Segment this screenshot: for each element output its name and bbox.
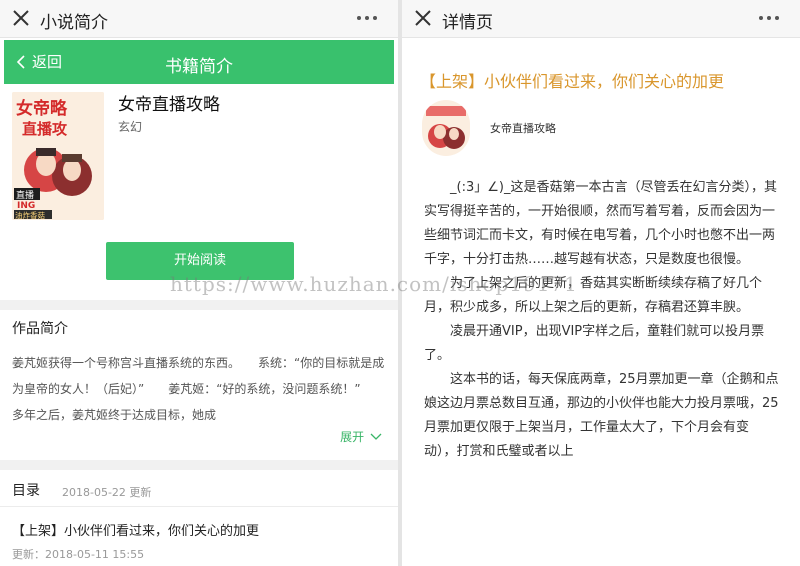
- avatar-image: [422, 100, 470, 156]
- toc-heading: 目录: [12, 483, 40, 499]
- cover-title-line1: 女帝略: [16, 98, 68, 119]
- close-icon[interactable]: [10, 7, 32, 29]
- section-divider: [0, 460, 398, 470]
- book-category: 玄幻: [118, 120, 143, 134]
- cover-title-line2: 直播攻: [22, 120, 68, 138]
- start-reading-button[interactable]: 开始阅读: [106, 242, 294, 280]
- divider-line: [0, 506, 398, 507]
- cover-badge-3: 油炸香菇: [15, 210, 45, 220]
- cover-image: 女帝略 直播攻 直播 ING 油炸香菇: [12, 92, 104, 220]
- toc-update-date: 2018-05-22 更新: [62, 486, 152, 499]
- window-title: 详情页: [442, 13, 493, 33]
- paragraph: 为了上架之后的更新，香菇其实断断续续存稿了好几个月，积少成多，所以上架之后的更新…: [424, 276, 763, 315]
- more-icon[interactable]: [354, 8, 380, 28]
- chapter-content: _(:3」∠)_这是香菇第一本古言（尽管丢在幻言分类），其实写得挺辛苦的，一开始…: [424, 176, 780, 464]
- cover-badge-1: 直播: [16, 189, 34, 201]
- book-avatar: [422, 100, 470, 156]
- section-divider: [0, 300, 398, 310]
- cover-badge-2: ING: [17, 201, 35, 211]
- chapter-detail-screen: 详情页 【上架】小伙伴们看过来，你们关心的加更 女帝直播攻略 _(:3」∠)_这…: [402, 0, 800, 566]
- intro-text: 姜芃姬获得一个号称宫斗直播系统的东西。 系统：“你的目标就是成为皇帝的女人！（后…: [12, 356, 385, 422]
- nav-bar: 返回 书籍简介: [4, 40, 394, 84]
- paragraph: _(:3」∠)_这是香菇第一本古言（尽管丢在幻言分类），其实写得挺辛苦的，一开始…: [424, 180, 777, 267]
- window-title: 小说简介: [40, 13, 108, 33]
- paragraph: 这本书的话，每天保底两章，25月票加更一章（企鹅和点娘这边月票总数目互通，那边的…: [424, 372, 779, 459]
- book-name: 女帝直播攻略: [490, 122, 556, 135]
- expand-label: 展开: [340, 430, 365, 444]
- chapter-title: 【上架】小伙伴们看过来，你们关心的加更: [420, 72, 725, 91]
- latest-chapter-link[interactable]: 【上架】小伙伴们看过来，你们关心的加更: [12, 520, 259, 539]
- chapter-update-time: 更新：2018-05-11 15:55: [12, 548, 145, 561]
- chevron-down-icon: [370, 433, 382, 440]
- book-name: 女帝直播攻略: [118, 95, 220, 115]
- intro-heading: 作品简介: [12, 321, 68, 337]
- close-icon[interactable]: [412, 7, 434, 29]
- expand-button[interactable]: 展开: [340, 428, 382, 445]
- title-bar: 小说简介: [0, 0, 398, 38]
- page-title: 书籍简介: [165, 57, 233, 77]
- book-cover[interactable]: 女帝略 直播攻 直播 ING 油炸香菇: [12, 92, 104, 220]
- paragraph: 凌晨开通VIP，出现VIP字样之后，童鞋们就可以投月票了。: [424, 324, 765, 363]
- title-bar: 详情页: [402, 0, 800, 38]
- more-icon[interactable]: [756, 8, 782, 28]
- book-intro-screen: 小说简介 返回 书籍简介 女帝略 直播攻 直播 ING 油炸香菇 女帝直播攻略 …: [0, 0, 398, 566]
